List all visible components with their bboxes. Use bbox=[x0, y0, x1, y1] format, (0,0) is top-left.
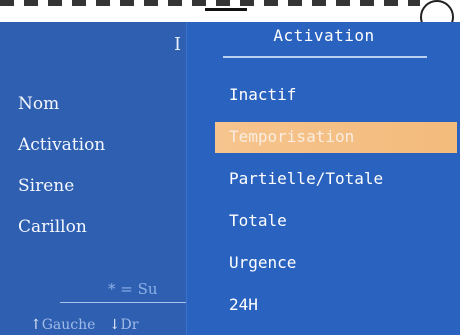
option-temporisation[interactable]: Temporisation bbox=[187, 122, 460, 168]
bezel-bar bbox=[205, 8, 247, 11]
option-label: Totale bbox=[229, 211, 287, 230]
footer-divider bbox=[60, 302, 186, 303]
option-label: Partielle/Totale bbox=[229, 169, 384, 188]
option-label: Temporisation bbox=[229, 127, 355, 146]
device-bezel bbox=[0, 0, 460, 22]
popup-options-list: Inactif Temporisation Partielle/Totale T… bbox=[187, 84, 460, 335]
option-totale[interactable]: Totale bbox=[187, 210, 460, 252]
bezel-markings bbox=[0, 0, 420, 6]
navigation-help: ↑Gauche ↓Dr bbox=[30, 317, 138, 333]
option-partielle-totale[interactable]: Partielle/Totale bbox=[187, 168, 460, 210]
option-24h[interactable]: 24H bbox=[187, 294, 460, 335]
activation-popup-menu: Activation Inactif Temporisation Partiel… bbox=[186, 22, 460, 335]
popup-title-divider bbox=[223, 56, 427, 58]
background-menu-item-sirene[interactable]: Sirene bbox=[18, 176, 105, 217]
arrow-up-icon: ↑ bbox=[30, 317, 42, 333]
option-label: 24H bbox=[229, 295, 258, 314]
background-menu-list: Nom Activation Sirene Carillon bbox=[18, 94, 105, 258]
option-label: Inactif bbox=[229, 85, 297, 104]
help-left-label: Gauche bbox=[41, 317, 96, 333]
option-urgence[interactable]: Urgence bbox=[187, 252, 460, 294]
arrow-down-icon: ↓ bbox=[108, 317, 121, 333]
option-inactif[interactable]: Inactif bbox=[187, 84, 460, 126]
background-menu-panel: I Nom Activation Sirene Carillon * = Su … bbox=[0, 22, 186, 335]
footnote: * = Su bbox=[108, 280, 158, 298]
lcd-screen: I Nom Activation Sirene Carillon * = Su … bbox=[0, 22, 460, 335]
bezel-button-icon bbox=[420, 0, 454, 22]
background-menu-item-nom[interactable]: Nom bbox=[18, 94, 105, 135]
help-right-label: Dr bbox=[120, 317, 139, 333]
option-label: Urgence bbox=[229, 253, 297, 272]
background-menu-item-carillon[interactable]: Carillon bbox=[18, 217, 105, 258]
popup-title: Activation bbox=[273, 26, 375, 45]
background-menu-item-activation[interactable]: Activation bbox=[18, 135, 105, 176]
background-title: I bbox=[174, 34, 182, 55]
